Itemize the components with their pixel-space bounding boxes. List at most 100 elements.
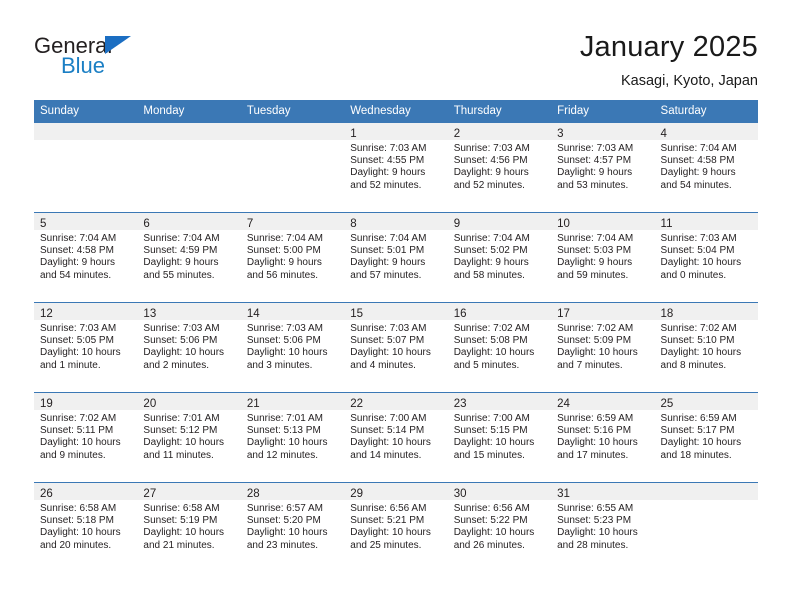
day-cell-details: Sunrise: 6:58 AM Sunset: 5:18 PM Daylight:…	[34, 500, 137, 552]
sunset-text: Sunset: 5:13 PM	[246, 425, 321, 437]
day-cell-details: Sunrise: 7:00 AM Sunset: 5:14 PM Daylight:…	[344, 410, 447, 462]
sunrise-text: Sunrise: 6:58 AM	[143, 503, 220, 514]
calendar-day-cell[interactable]	[654, 482, 758, 573]
day-cell-content: 11 Sunrise: 7:03 AM Sunset: 5:04 PM Dayligh…	[654, 213, 758, 302]
calendar-day-cell[interactable]: 8 Sunrise: 7:04 AM Sunset: 5:01 PM Daylight…	[344, 212, 448, 303]
calendar-day-cell[interactable]: 25 Sunrise: 6:59 AM Sunset: 5:17 PM Dayligh…	[654, 392, 758, 483]
calendar-day-cell[interactable]: 3 Sunrise: 7:03 AM Sunset: 4:57 PM Daylight…	[551, 122, 655, 213]
calendar-day-cell[interactable]: 7 Sunrise: 7:04 AM Sunset: 5:00 PM Daylight…	[240, 212, 345, 303]
day-cell-details: Sunrise: 7:04 AM Sunset: 5:00 PM Daylight:…	[241, 230, 344, 282]
daylight-text-line1: Daylight: 10 hours	[40, 347, 121, 359]
day-cell-content: 14 Sunrise: 7:03 AM Sunset: 5:06 PM Dayligh…	[240, 303, 345, 392]
day-number-band	[240, 123, 345, 140]
calendar-day-cell[interactable]: 15 Sunrise: 7:03 AM Sunset: 5:07 PM Dayligh…	[344, 302, 448, 393]
calendar-day-cell[interactable]: 18 Sunrise: 7:02 AM Sunset: 5:10 PM Dayligh…	[654, 302, 758, 393]
day-cell-details	[34, 140, 137, 143]
day-number: 12	[40, 308, 53, 320]
daylight-text-line1: Daylight: 10 hours	[350, 437, 431, 449]
calendar-day-cell[interactable]: 19 Sunrise: 7:02 AM Sunset: 5:11 PM Dayligh…	[34, 392, 138, 483]
day-cell-details: Sunrise: 7:01 AM Sunset: 5:13 PM Daylight:…	[241, 410, 344, 462]
calendar-day-cell[interactable]: 29 Sunrise: 6:56 AM Sunset: 5:21 PM Dayligh…	[344, 482, 448, 573]
day-cell-details: Sunrise: 7:03 AM Sunset: 5:07 PM Daylight:…	[344, 320, 447, 372]
sunrise-text: Sunrise: 7:02 AM	[453, 323, 530, 334]
calendar-day-cell[interactable]: 21 Sunrise: 7:01 AM Sunset: 5:13 PM Dayligh…	[240, 392, 345, 483]
calendar-day-cell[interactable]: 4 Sunrise: 7:04 AM Sunset: 4:58 PM Daylight…	[654, 122, 758, 213]
day-number-band: 20	[137, 393, 241, 410]
day-cell-details: Sunrise: 7:02 AM Sunset: 5:11 PM Daylight:…	[34, 410, 137, 462]
day-number-band: 31	[551, 483, 655, 500]
daylight-text-line1: Daylight: 9 hours	[246, 257, 322, 269]
calendar-day-cell[interactable]: 23 Sunrise: 7:00 AM Sunset: 5:15 PM Dayligh…	[447, 392, 552, 483]
calendar-day-cell[interactable]	[240, 122, 345, 213]
sunrise-text: Sunrise: 7:04 AM	[453, 233, 530, 244]
calendar-day-cell[interactable]: 6 Sunrise: 7:04 AM Sunset: 4:59 PM Daylight…	[137, 212, 241, 303]
sunrise-text: Sunrise: 7:03 AM	[40, 323, 117, 334]
calendar-day-cell[interactable]: 1 Sunrise: 7:03 AM Sunset: 4:55 PM Daylight…	[344, 122, 448, 213]
calendar-day-cell[interactable]: 31 Sunrise: 6:55 AM Sunset: 5:23 PM Dayligh…	[551, 482, 655, 573]
calendar-day-cell[interactable]: 22 Sunrise: 7:00 AM Sunset: 5:14 PM Dayligh…	[344, 392, 448, 483]
calendar-day-cell[interactable]: 11 Sunrise: 7:03 AM Sunset: 5:04 PM Dayligh…	[654, 212, 758, 303]
day-cell-details: Sunrise: 7:03 AM Sunset: 5:05 PM Daylight:…	[34, 320, 137, 372]
calendar-day-cell[interactable]	[137, 122, 241, 213]
calendar-day-cell[interactable]: 13 Sunrise: 7:03 AM Sunset: 5:06 PM Dayligh…	[137, 302, 241, 393]
day-number-band: 25	[654, 393, 758, 410]
sunset-text: Sunset: 5:17 PM	[660, 425, 735, 437]
calendar-day-cell[interactable]: 9 Sunrise: 7:04 AM Sunset: 5:02 PM Daylight…	[447, 212, 552, 303]
sunrise-text: Sunrise: 6:59 AM	[557, 413, 634, 424]
day-number-band: 3	[551, 123, 655, 140]
calendar-day-cell[interactable]: 26 Sunrise: 6:58 AM Sunset: 5:18 PM Dayligh…	[34, 482, 138, 573]
calendar-day-cell[interactable]: 20 Sunrise: 7:01 AM Sunset: 5:12 PM Dayligh…	[137, 392, 241, 483]
calendar-day-cell[interactable]: 24 Sunrise: 6:59 AM Sunset: 5:16 PM Dayligh…	[551, 392, 655, 483]
calendar-day-cell[interactable]: 28 Sunrise: 6:57 AM Sunset: 5:20 PM Dayligh…	[240, 482, 345, 573]
sunset-text: Sunset: 5:10 PM	[660, 335, 735, 347]
brand-logo[interactable]: General Blue	[34, 30, 164, 77]
calendar-day-cell[interactable]: 30 Sunrise: 6:56 AM Sunset: 5:22 PM Dayligh…	[447, 482, 552, 573]
sunset-text: Sunset: 5:06 PM	[246, 335, 321, 347]
day-number-band: 27	[137, 483, 241, 500]
day-number: 22	[350, 398, 364, 410]
day-number: 7	[246, 218, 254, 230]
sunrise-text: Sunrise: 7:00 AM	[453, 413, 530, 424]
day-cell-details: Sunrise: 7:03 AM Sunset: 5:04 PM Daylight:…	[655, 230, 758, 282]
daylight-text-line2: and 3 minutes.	[246, 359, 313, 371]
sunset-text: Sunset: 5:16 PM	[557, 425, 632, 437]
calendar-day-cell[interactable]: 2 Sunrise: 7:03 AM Sunset: 4:56 PM Daylight…	[447, 122, 552, 213]
day-number-band: 5	[34, 213, 138, 230]
day-number: 4	[660, 128, 667, 140]
weekday-header-wednesday: Wednesday	[344, 100, 448, 123]
sunrise-text: Sunrise: 7:01 AM	[246, 413, 323, 424]
weekday-header-friday: Friday	[551, 100, 655, 123]
day-number-band: 24	[551, 393, 655, 410]
weekday-header-monday: Monday	[137, 100, 241, 123]
calendar-day-cell[interactable]: 14 Sunrise: 7:03 AM Sunset: 5:06 PM Dayligh…	[240, 302, 345, 393]
sunset-text: Sunset: 4:58 PM	[40, 245, 114, 257]
day-cell-content: 28 Sunrise: 6:57 AM Sunset: 5:20 PM Dayligh…	[240, 483, 345, 573]
daylight-text-line2: and 5 minutes.	[453, 359, 520, 371]
calendar-day-cell[interactable]: 17 Sunrise: 7:02 AM Sunset: 5:09 PM Dayligh…	[551, 302, 655, 393]
sunset-text: Sunset: 5:08 PM	[453, 335, 528, 347]
daylight-text-line2: and 7 minutes.	[557, 359, 623, 371]
day-number: 26	[40, 488, 53, 500]
calendar-day-cell[interactable]: 27 Sunrise: 6:58 AM Sunset: 5:19 PM Dayligh…	[137, 482, 241, 573]
sunset-text: Sunset: 4:55 PM	[350, 155, 425, 167]
day-cell-details: Sunrise: 7:02 AM Sunset: 5:08 PM Daylight:…	[448, 320, 551, 372]
calendar-day-cell[interactable]: 16 Sunrise: 7:02 AM Sunset: 5:08 PM Dayligh…	[447, 302, 552, 393]
sunrise-text: Sunrise: 7:03 AM	[557, 143, 634, 154]
daylight-text-line1: Daylight: 10 hours	[660, 257, 742, 269]
daylight-text-line1: Daylight: 9 hours	[453, 167, 529, 179]
title-block: January 2025 Kasagi, Kyoto, Japan	[580, 30, 758, 91]
day-number: 9	[453, 218, 461, 230]
daylight-text-line2: and 59 minutes.	[557, 269, 629, 281]
day-cell-content: 20 Sunrise: 7:01 AM Sunset: 5:12 PM Dayligh…	[137, 393, 241, 482]
calendar-day-cell[interactable]: 12 Sunrise: 7:03 AM Sunset: 5:05 PM Dayligh…	[34, 302, 138, 393]
calendar-day-cell[interactable]: 10 Sunrise: 7:04 AM Sunset: 5:03 PM Dayligh…	[551, 212, 655, 303]
sunset-text: Sunset: 5:06 PM	[143, 335, 218, 347]
day-number: 8	[350, 218, 357, 230]
daylight-text-line2: and 58 minutes.	[453, 269, 525, 281]
day-cell-content: 8 Sunrise: 7:04 AM Sunset: 5:01 PM Daylight…	[344, 213, 448, 302]
day-number: 20	[143, 398, 157, 410]
calendar-week-row: 19 Sunrise: 7:02 AM Sunset: 5:11 PM Dayligh…	[34, 392, 758, 483]
calendar-day-cell[interactable]: 5 Sunrise: 7:04 AM Sunset: 4:58 PM Daylight…	[34, 212, 138, 303]
calendar-day-cell[interactable]	[34, 122, 138, 213]
day-number: 11	[660, 218, 673, 230]
